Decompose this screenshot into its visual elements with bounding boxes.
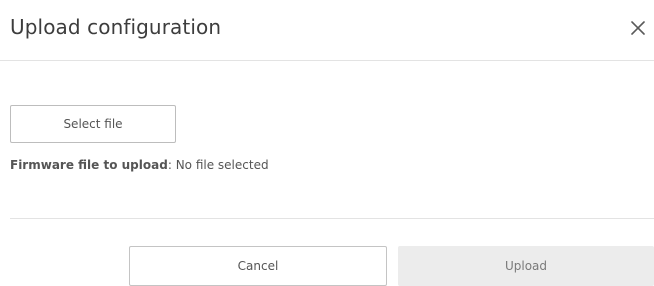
upload-configuration-dialog: Upload configuration Select file Firmwar…: [0, 0, 654, 286]
file-status-value: No file selected: [175, 158, 269, 172]
footer-divider: [10, 218, 654, 219]
select-file-button[interactable]: Select file: [10, 105, 176, 143]
dialog-title: Upload configuration: [10, 15, 222, 39]
file-status-label: Firmware file to upload: [10, 158, 168, 172]
cancel-button[interactable]: Cancel: [129, 246, 387, 286]
close-icon[interactable]: [627, 17, 649, 39]
upload-button[interactable]: Upload: [398, 246, 654, 286]
dialog-header: Upload configuration: [0, 0, 654, 61]
file-status: Firmware file to upload: No file selecte…: [10, 158, 269, 172]
file-status-separator: :: [167, 158, 172, 172]
